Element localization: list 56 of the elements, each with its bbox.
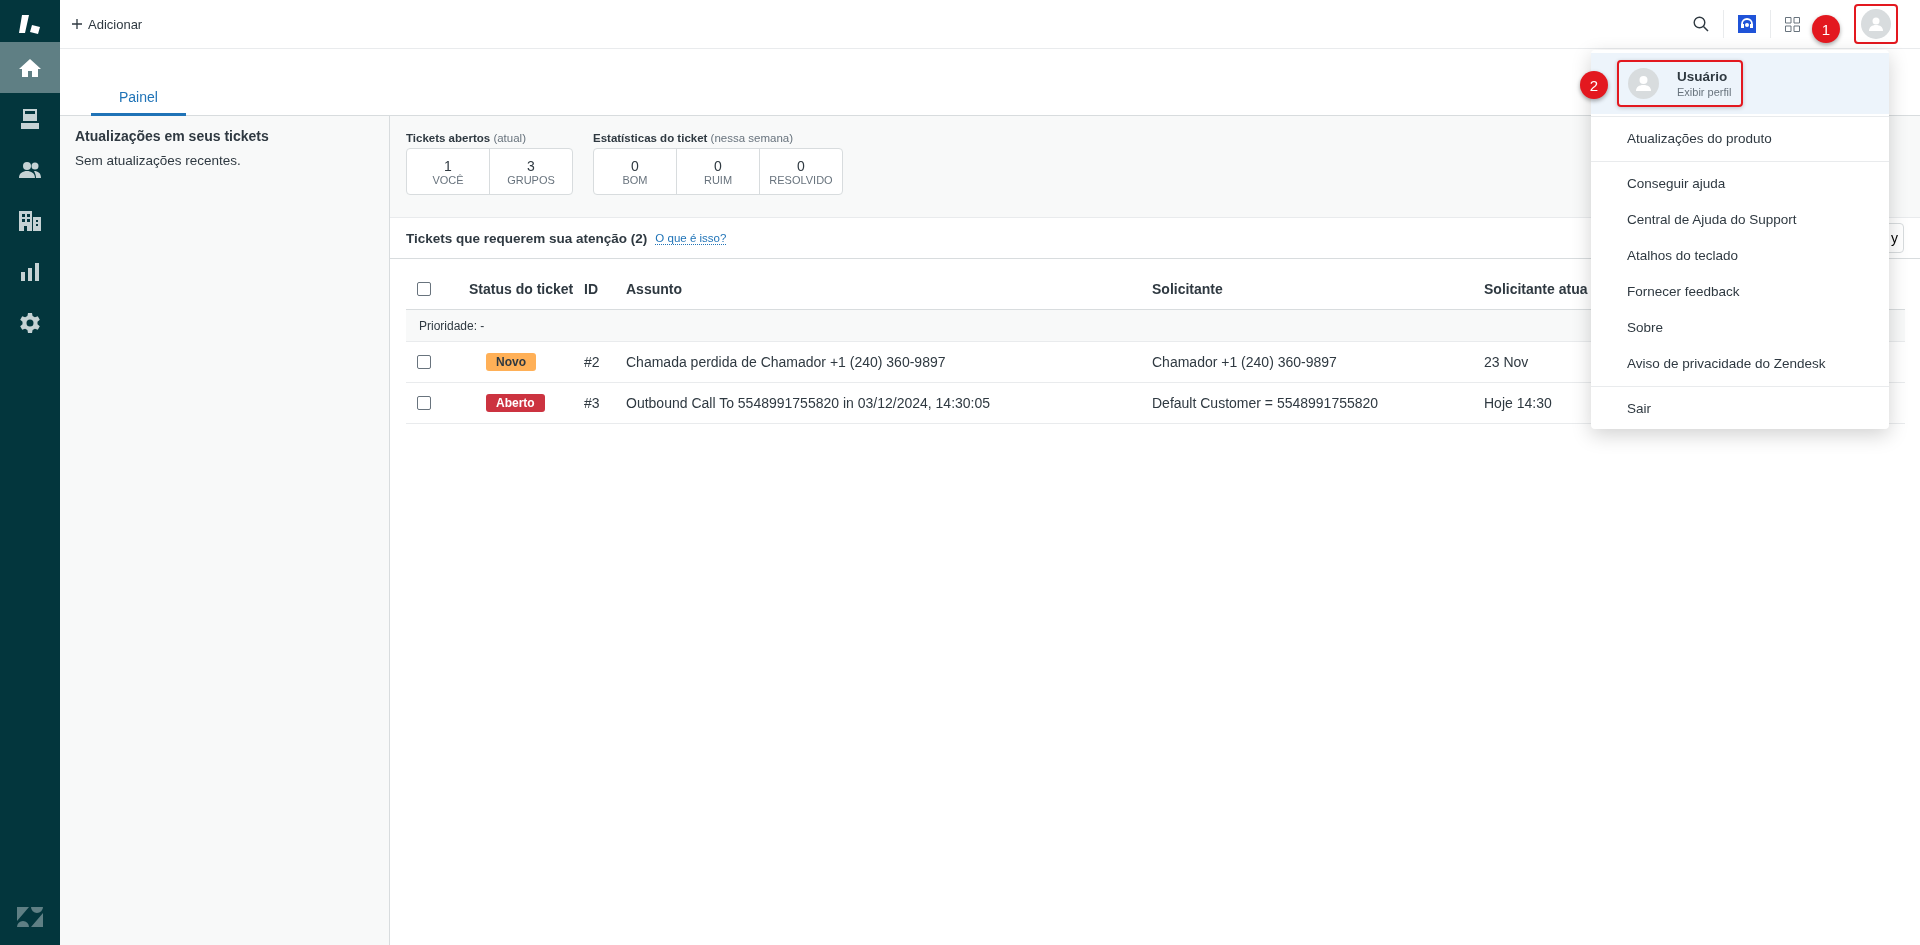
table-cell: Chamador +1 (240) 360-9897 [1152,354,1337,370]
people-icon [19,160,41,179]
home-icon [19,57,41,78]
table-cell: Hoje 14:30 [1484,395,1552,411]
bar-chart-icon [21,262,39,281]
stats-title: Estatísticas do ticket (nessa semana) [593,132,795,144]
user-icon [1869,17,1883,31]
column-header[interactable]: Assunto [626,281,682,297]
app-logo-icon [19,15,41,35]
table-cell[interactable]: Outbound Call To 5548991755820 in 03/12/2024, 14:30:05 [626,395,991,411]
select-all-checkbox[interactable] [417,282,431,296]
z-logo-icon [17,907,43,927]
row-checkbox[interactable] [417,396,431,410]
stat-cell[interactable]: 1 VOCÊ [407,149,489,194]
plus-icon [72,19,82,29]
menu-item[interactable]: Fornecer feedback [1591,273,1889,309]
inbox-icon [21,108,39,129]
building-icon [19,210,41,231]
menu-item[interactable]: Conseguir ajuda [1591,165,1889,201]
section-title: Tickets que requerem sua atenção (2) [406,230,648,246]
headset-icon[interactable] [1738,15,1756,33]
stat-cell[interactable]: 0 BOM [594,149,676,194]
stats-title: Tickets abertos (atual) [406,132,527,144]
settings-icon [20,312,40,333]
menu-item[interactable]: Atalhos do teclado [1591,237,1889,273]
avatar-icon [1628,68,1659,99]
table-cell: #3 [584,395,600,411]
column-header[interactable]: Status do ticket [469,281,574,297]
add-button[interactable]: Adicionar [60,12,155,36]
stat-cell[interactable]: 0 RESOLVIDO [759,149,842,194]
profile-item[interactable]: Usuário Exibir perfil [1617,60,1744,107]
nav-item[interactable] [0,42,60,93]
apps-grid-icon[interactable] [1785,16,1800,32]
panel-title: Atualizações em seus tickets [75,128,270,144]
table-cell: Default Customer = 5548991755820 [1152,395,1379,411]
stat-cell[interactable]: 0 RUIM [676,149,759,194]
column-header[interactable]: Solicitante atua [1484,281,1588,297]
table-cell: #2 [584,354,600,370]
menu-item[interactable]: Aviso de privacidade do Zendesk [1591,345,1889,381]
step-badge: 1 [1812,15,1840,43]
status-badge: Aberto [486,394,545,412]
menu-item[interactable]: Sobre [1591,309,1889,345]
empty-message: Sem atualizações recentes. [75,153,242,168]
row-checkbox[interactable] [417,355,431,369]
table-cell[interactable]: Chamada perdida de Chamador +1 (240) 360-9897 [626,354,946,370]
menu-item[interactable]: Central de Ajuda do Support [1591,201,1889,237]
table-cell: 23 Nov [1484,354,1529,370]
column-header[interactable]: Solicitante [1152,281,1223,297]
status-badge: Novo [486,353,536,371]
column-header[interactable]: ID [584,281,598,297]
stat-cell[interactable]: 3 GRUPOS [489,149,572,194]
search-icon[interactable] [1693,16,1709,32]
menu-item[interactable]: Sair [1591,390,1889,426]
group-label: Prioridade: - [419,318,485,333]
help-link[interactable]: O que é isso? [655,231,727,245]
menu-item[interactable]: Atualizações do produto [1591,120,1889,156]
